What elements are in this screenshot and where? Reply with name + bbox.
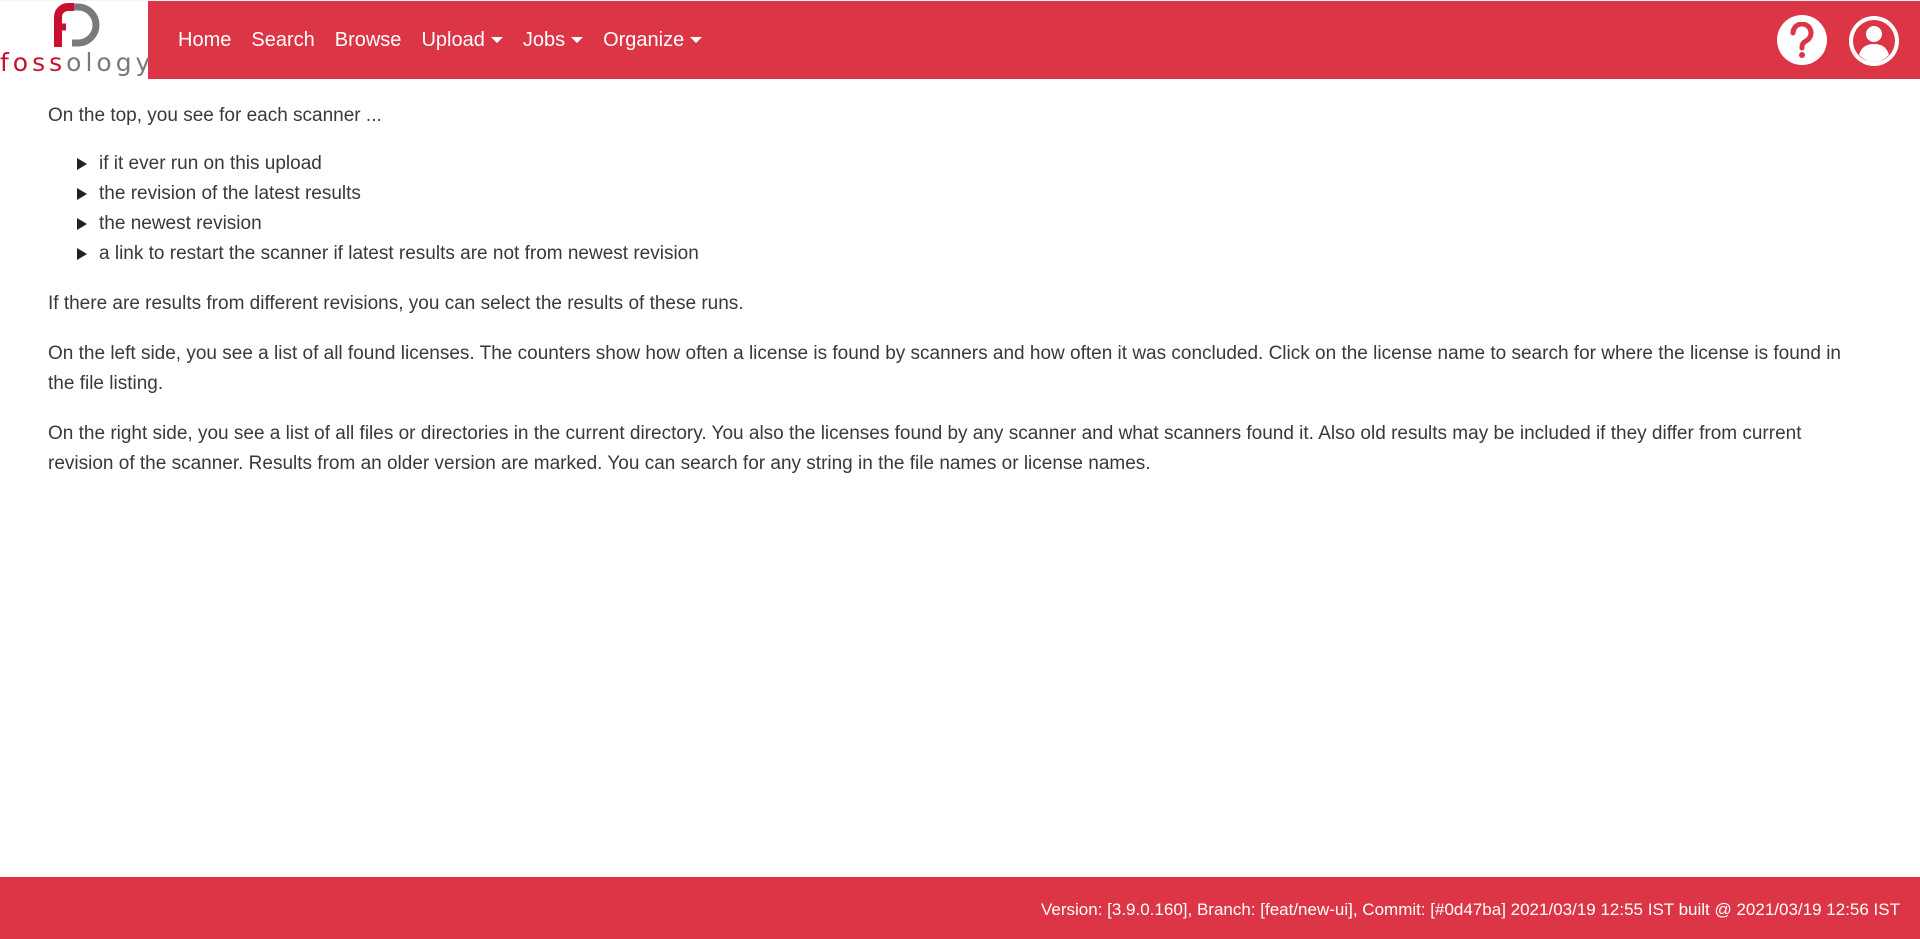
nav-search-label: Search bbox=[251, 29, 315, 51]
list-item: the revision of the latest results bbox=[48, 179, 1848, 209]
triangle-bullet-icon bbox=[77, 158, 87, 170]
footer: Version: [3.9.0.160], Branch: [feat/new-… bbox=[0, 877, 1920, 939]
list-item: a link to restart the scanner if latest … bbox=[48, 239, 1848, 269]
fossology-logo-mark-icon bbox=[54, 3, 100, 47]
nav-jobs-label: Jobs bbox=[522, 29, 566, 51]
caret-down-icon bbox=[571, 36, 584, 43]
caret-down-icon bbox=[490, 36, 503, 43]
main-nav: Home Search Browse Upload Jobs Organize bbox=[168, 1, 712, 80]
nav-upload-label: Upload bbox=[421, 29, 485, 51]
nav-home[interactable]: Home bbox=[168, 29, 241, 52]
revisions-paragraph: If there are results from different revi… bbox=[48, 293, 744, 314]
version-info: Version: [3.9.0.160], Branch: [feat/new-… bbox=[1041, 900, 1900, 919]
user-menu-button[interactable] bbox=[1848, 15, 1900, 67]
navbar: fossology Home Search Browse Upload Jobs… bbox=[0, 0, 1920, 80]
nav-browse[interactable]: Browse bbox=[325, 29, 412, 52]
caret-down-icon bbox=[690, 36, 703, 43]
triangle-bullet-icon bbox=[77, 188, 87, 200]
triangle-bullet-icon bbox=[77, 218, 87, 230]
list-item: the newest revision bbox=[48, 209, 1848, 239]
logo-wordmark: fossology bbox=[0, 48, 155, 77]
help-button[interactable] bbox=[1777, 15, 1827, 65]
left-side-paragraph: On the left side, you see a list of all … bbox=[48, 343, 1841, 394]
scanner-info-list: if it ever run on this upload the revisi… bbox=[48, 149, 1848, 269]
help-content: On the top, you see for each scanner ...… bbox=[48, 79, 1848, 499]
list-item: if it ever run on this upload bbox=[48, 149, 1848, 179]
nav-browse-label: Browse bbox=[334, 29, 402, 51]
user-circle-icon bbox=[1849, 16, 1899, 66]
nav-organize-dropdown[interactable]: Organize bbox=[593, 29, 712, 52]
nav-jobs-dropdown[interactable]: Jobs bbox=[513, 29, 593, 52]
nav-home-label: Home bbox=[178, 29, 232, 51]
intro-text: On the top, you see for each scanner ... bbox=[48, 105, 382, 126]
nav-search[interactable]: Search bbox=[241, 29, 324, 52]
triangle-bullet-icon bbox=[77, 248, 87, 260]
nav-upload-dropdown[interactable]: Upload bbox=[411, 29, 512, 52]
fossology-logo[interactable]: fossology bbox=[0, 1, 155, 80]
question-mark-icon bbox=[1790, 22, 1814, 58]
right-side-paragraph: On the right side, you see a list of all… bbox=[48, 423, 1802, 474]
nav-organize-label: Organize bbox=[603, 29, 685, 51]
